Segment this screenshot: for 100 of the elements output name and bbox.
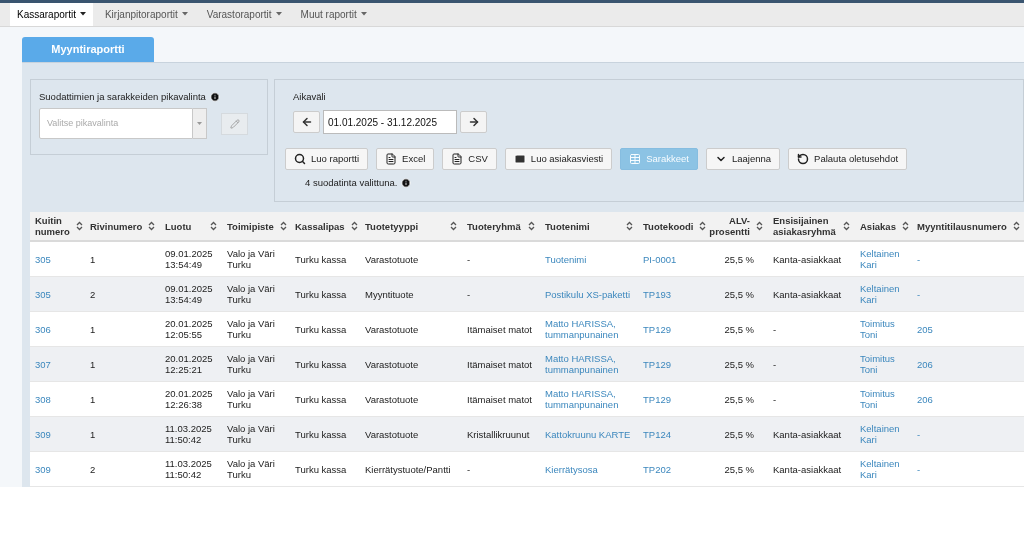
table-link[interactable]: Keltainen Kari	[860, 423, 907, 445]
action-button[interactable]: CSV	[442, 148, 497, 171]
table-cell: Kanta-asiakkaat	[773, 253, 842, 265]
table-link[interactable]: -	[917, 288, 921, 300]
table-link[interactable]: TP193	[643, 288, 671, 300]
table-link[interactable]: PI-0001	[643, 253, 677, 265]
sort-icon[interactable]	[901, 221, 909, 231]
table-link[interactable]: TP124	[643, 428, 671, 440]
menu-tab[interactable]: Kirjanpitoraportit	[97, 2, 195, 26]
sort-icon[interactable]	[450, 221, 457, 231]
table-link[interactable]: TP202	[643, 463, 671, 475]
column-header[interactable]: Tuoteryhmä	[467, 220, 521, 232]
sort-icon[interactable]	[210, 221, 217, 231]
table-link[interactable]: Keltainen Kari	[860, 283, 907, 305]
table-link[interactable]: 206	[917, 358, 933, 370]
table-link[interactable]: Toimitus Toni	[860, 353, 907, 375]
column-header[interactable]: Myyntitilausnumero	[917, 220, 1007, 232]
table-link[interactable]: 309	[35, 463, 51, 475]
sort-icon[interactable]	[843, 221, 850, 231]
table-link[interactable]: 306	[35, 323, 51, 335]
report-tab[interactable]: Myyntiraportti	[22, 37, 154, 62]
table-link[interactable]: Matto HARISSA, tummanpunainen	[545, 388, 633, 410]
date-range-label: Aikaväli	[293, 90, 327, 104]
table-cell: Itämaiset matot	[467, 393, 532, 405]
table-link[interactable]: 205	[917, 323, 933, 335]
table-link[interactable]: Kierrätysosa	[545, 463, 598, 475]
table-cell: 25,5 %	[724, 323, 754, 335]
table-link[interactable]: Matto HARISSA, tummanpunainen	[545, 353, 633, 375]
table-link[interactable]: Toimitus Toni	[860, 318, 907, 340]
table-cell: 1	[90, 358, 96, 370]
column-header[interactable]: Luotu	[165, 220, 192, 232]
sort-icon[interactable]	[279, 221, 287, 231]
menu-tab[interactable]: Kassaraportit	[10, 2, 93, 26]
sort-icon[interactable]	[528, 221, 535, 231]
column-header[interactable]: ALV-prosentti	[709, 215, 750, 237]
table-link[interactable]: -	[917, 253, 921, 265]
table-cell-text: Valo ja Väri Turku	[227, 388, 276, 410]
table-cell: Kanta-asiakkaat	[773, 288, 842, 300]
table-link[interactable]: 308	[35, 393, 51, 405]
sort-icon[interactable]	[148, 221, 156, 231]
table-link[interactable]: 305	[35, 288, 51, 300]
table-link[interactable]: Kattokruunu KARTE	[545, 428, 631, 440]
column-header[interactable]: Tuotekoodi	[643, 220, 694, 232]
table-cell: Kristallikruunut	[467, 428, 530, 440]
column-header[interactable]: Ensisijainen asiakasryhmä	[773, 215, 837, 237]
table-cell: -	[467, 463, 471, 475]
previous-button[interactable]	[293, 111, 320, 134]
table-link[interactable]: 305	[35, 253, 51, 265]
table-cell: Varastotuote	[365, 323, 419, 335]
column-header[interactable]: Toimipiste	[227, 220, 274, 232]
next-button[interactable]	[460, 111, 487, 134]
column-header[interactable]: Kassalipas	[295, 220, 345, 232]
column-header[interactable]: Tuotenimi	[545, 220, 590, 232]
table-link[interactable]: -	[917, 463, 921, 475]
table-cell: Turku kassa	[295, 463, 347, 475]
table-link[interactable]: 206	[917, 393, 933, 405]
table-link[interactable]: Keltainen Kari	[860, 248, 907, 270]
table-cell: 25,5 %	[724, 253, 754, 265]
menu-tab[interactable]: Varastoraportit	[199, 2, 289, 26]
table-link[interactable]: TP129	[643, 393, 671, 405]
table-link[interactable]: 307	[35, 358, 51, 370]
sort-icon[interactable]	[626, 221, 633, 231]
table-link[interactable]: Tuotenimi	[545, 253, 587, 265]
sort-icon[interactable]	[699, 221, 707, 231]
table-link[interactable]: -	[917, 428, 921, 440]
column-header[interactable]: Kuitin numero	[35, 215, 70, 237]
table-cell: 25,5 %	[724, 358, 754, 370]
table-cell: Myyntituote	[365, 288, 414, 300]
quick-select-field[interactable]: Valitse pikavalinta	[39, 108, 193, 140]
table-link[interactable]: Postikulu XS-paketti	[545, 288, 630, 300]
table-cell: -	[467, 253, 471, 265]
undo-icon	[797, 153, 810, 166]
table-cell: Turku kassa	[295, 323, 347, 335]
dropdown-toggle[interactable]	[193, 108, 207, 140]
action-button[interactable]: Laajenna	[706, 148, 781, 171]
table-link[interactable]: TP129	[643, 323, 671, 335]
sort-icon[interactable]	[1012, 221, 1020, 231]
table-cell-text: 09.01.2025 13:54:49	[165, 283, 214, 305]
arrow-right-icon	[467, 116, 480, 129]
table-cell: -	[773, 358, 777, 370]
column-header[interactable]: Rivinumero	[90, 220, 143, 232]
column-header[interactable]: Tuotetyyppi	[365, 220, 419, 232]
table-link[interactable]: Matto HARISSA, tummanpunainen	[545, 318, 633, 340]
table-link[interactable]: TP129	[643, 358, 671, 370]
sort-icon[interactable]	[75, 221, 83, 231]
action-button[interactable]: Luo asiakasviesti	[504, 148, 613, 171]
menu-tab[interactable]: Muut raportit	[293, 2, 374, 26]
table-link[interactable]: Keltainen Kari	[860, 458, 907, 480]
table-link[interactable]: Toimitus Toni	[860, 388, 907, 410]
sort-icon[interactable]	[756, 221, 763, 231]
sort-icon[interactable]	[350, 221, 358, 231]
action-button[interactable]: Palauta oletusehdot	[788, 148, 908, 171]
date-range-field[interactable]: 01.01.2025 - 31.12.2025	[323, 110, 457, 135]
table-cell-text: Valo ja Väri Turku	[227, 318, 276, 340]
table-cell-text: Valo ja Väri Turku	[227, 353, 276, 375]
table-cell: 2	[90, 288, 96, 300]
action-button[interactable]: Excel	[376, 148, 435, 171]
column-header[interactable]: Asiakas	[860, 220, 896, 232]
table-link[interactable]: 309	[35, 428, 51, 440]
action-button[interactable]: Luo raportti	[285, 148, 369, 171]
